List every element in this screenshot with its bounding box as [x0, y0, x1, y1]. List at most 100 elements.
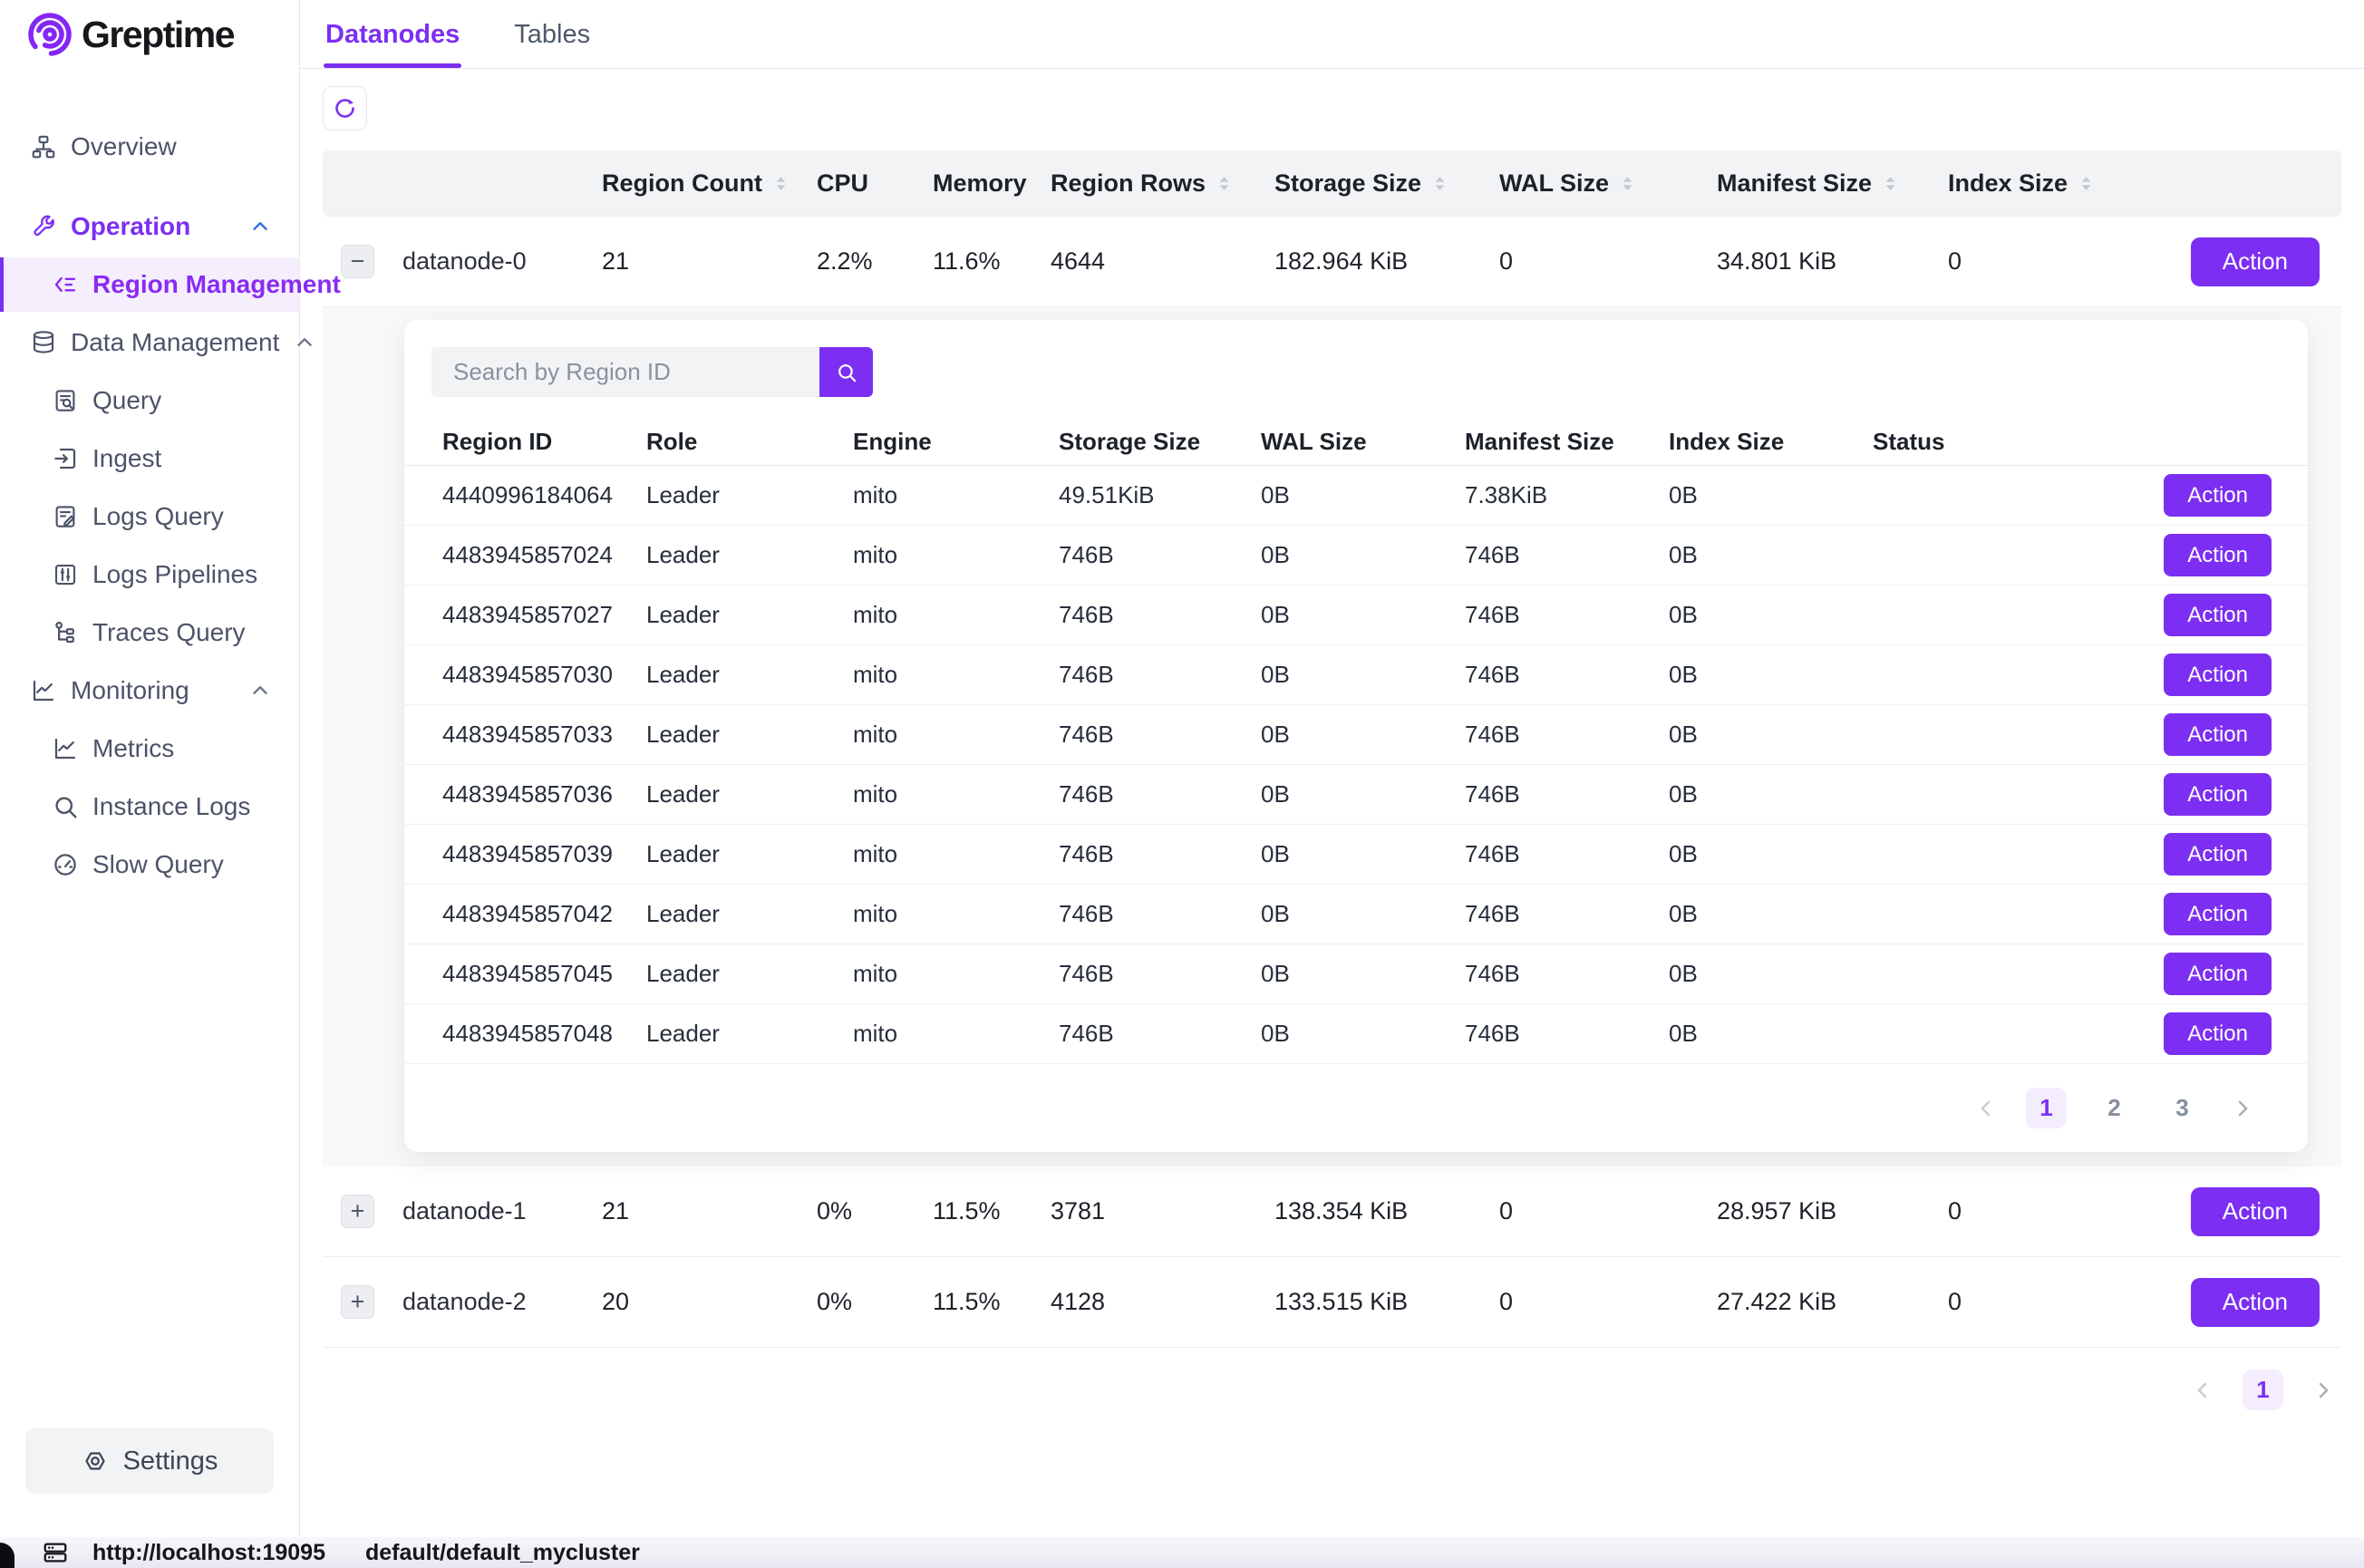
column-header[interactable]: Memory	[933, 169, 1051, 198]
region-row: 4483945857033 Leader mito 746B 0B 746B 0…	[404, 705, 2308, 765]
sidebar-item-logs-query[interactable]: Logs Query	[0, 488, 299, 546]
sidebar-group-monitoring[interactable]: Monitoring	[0, 662, 299, 720]
column-header[interactable]: Region Rows	[1051, 169, 1274, 198]
sort-icon[interactable]	[1214, 173, 1235, 194]
cell-index-size: 0B	[1669, 661, 1873, 689]
column-header[interactable]: Index Size	[1948, 169, 2167, 198]
tab-tables[interactable]: Tables	[512, 20, 592, 68]
region-search-button[interactable]	[819, 347, 873, 397]
settings-button[interactable]: Settings	[25, 1428, 274, 1494]
column-header-label: Region Rows	[1051, 169, 1206, 198]
page-number[interactable]: 1	[2026, 1088, 2067, 1128]
action-button[interactable]: Action	[2164, 653, 2272, 696]
next-page-icon[interactable]	[2230, 1096, 2255, 1121]
sort-icon[interactable]	[1617, 173, 1638, 194]
previous-page-icon[interactable]	[2190, 1378, 2215, 1403]
column-header[interactable]: CPU	[817, 169, 933, 198]
region-row: 4483945857048 Leader mito 746B 0B 746B 0…	[404, 1004, 2308, 1064]
region-table-body: 4440996184064 Leader mito 49.51KiB 0B 7.…	[404, 466, 2308, 1064]
region-row: 4483945857036 Leader mito 746B 0B 746B 0…	[404, 765, 2308, 825]
column-header[interactable]: WAL Size	[1499, 169, 1717, 198]
expand-row-button[interactable]: +	[341, 1195, 374, 1228]
action-button[interactable]: Action	[2164, 534, 2272, 576]
column-header-label: Memory	[933, 169, 1027, 198]
sort-icon[interactable]	[1429, 173, 1450, 194]
cell-storage-size: 746B	[1059, 601, 1261, 629]
sidebar-group-data-management[interactable]: Data Management	[0, 314, 299, 372]
action-button[interactable]: Action	[2164, 773, 2272, 816]
next-page-icon[interactable]	[2311, 1378, 2336, 1403]
cell-index-size: 0B	[1669, 481, 1873, 509]
sidebar-item-label: Slow Query	[92, 850, 224, 879]
cell-engine: mito	[853, 721, 1059, 749]
collapse-row-button[interactable]: −	[341, 245, 374, 278]
sidebar-item-query[interactable]: Query	[0, 372, 299, 430]
action-button[interactable]: Action	[2164, 893, 2272, 935]
action-button[interactable]: Action	[2164, 953, 2272, 995]
expand-row-button[interactable]: +	[341, 1285, 374, 1319]
action-button[interactable]: Action	[2164, 833, 2272, 876]
sort-icon[interactable]	[770, 173, 791, 194]
region-row: 4440996184064 Leader mito 49.51KiB 0B 7.…	[404, 466, 2308, 526]
cell-index-size: 0B	[1669, 780, 1873, 808]
action-button[interactable]: Action	[2191, 1187, 2320, 1236]
sidebar-item-metrics[interactable]: Metrics	[0, 720, 299, 778]
sidebar-item-label: Logs Pipelines	[92, 560, 257, 589]
cell-wal-size: 0B	[1261, 900, 1465, 928]
cell-region-id: 4483945857042	[404, 900, 646, 928]
server-url[interactable]: http://localhost:19095	[92, 1540, 325, 1566]
previous-page-icon[interactable]	[1973, 1096, 1999, 1121]
action-button[interactable]: Action	[2164, 713, 2272, 756]
sort-icon[interactable]	[2076, 173, 2097, 194]
action-button[interactable]: Action	[2164, 1012, 2272, 1055]
sidebar-item-slow-query[interactable]: Slow Query	[0, 836, 299, 894]
region-detail-panel: Region IDRoleEngineStorage SizeWAL SizeM…	[323, 307, 2341, 1166]
cluster-name[interactable]: default/default_mycluster	[365, 1540, 640, 1566]
region-row: 4483945857027 Leader mito 746B 0B 746B 0…	[404, 586, 2308, 645]
page-number[interactable]: 2	[2094, 1088, 2135, 1128]
sort-icon[interactable]	[1880, 173, 1901, 194]
page-number[interactable]: 3	[2162, 1088, 2203, 1128]
action-button[interactable]: Action	[2191, 237, 2320, 286]
sidebar-item-region-management[interactable]: Region Management	[0, 257, 299, 312]
sidebar-item-logs-pipelines[interactable]: Logs Pipelines	[0, 546, 299, 604]
cell-manifest-size: 746B	[1465, 721, 1669, 749]
sidebar-group-operation[interactable]: Operation	[0, 198, 299, 256]
column-header-label: WAL Size	[1261, 428, 1465, 456]
column-header[interactable]: Manifest Size	[1717, 169, 1948, 198]
document-search-icon	[52, 387, 79, 414]
sidebar-nav: Overview Operation Region Management	[0, 118, 299, 894]
column-header-label: Region ID	[404, 428, 646, 456]
action-button[interactable]: Action	[2164, 474, 2272, 517]
action-button[interactable]: Action	[2191, 1278, 2320, 1327]
cell-index-size: 0	[1948, 247, 2167, 276]
sidebar-item-instance-logs[interactable]: Instance Logs	[0, 778, 299, 836]
cell-index-size: 0	[1948, 1197, 2167, 1225]
chevron-up-icon[interactable]	[248, 679, 272, 702]
region-table-header: Region IDRoleEngineStorage SizeWAL SizeM…	[404, 419, 2308, 466]
cell-role: Leader	[646, 661, 853, 689]
sidebar-item-traces-query[interactable]: Traces Query	[0, 604, 299, 662]
cell-index-size: 0B	[1669, 900, 1873, 928]
sidebar-item-overview[interactable]: Overview	[0, 118, 299, 176]
chevron-up-icon[interactable]	[248, 215, 272, 238]
cell-region-rows: 4128	[1051, 1288, 1274, 1316]
cell-region-id: 4483945857030	[404, 661, 646, 689]
refresh-button[interactable]	[323, 86, 367, 131]
gear-icon	[82, 1447, 109, 1475]
cell-role: Leader	[646, 601, 853, 629]
column-header-label: Storage Size	[1059, 428, 1261, 456]
column-header[interactable]: Storage Size	[1274, 169, 1499, 198]
tab-datanodes[interactable]: Datanodes	[324, 20, 461, 68]
datanodes-table-header: Region Count CPU Memory Region Rows Stor…	[323, 150, 2341, 217]
column-header-label: Index Size	[1948, 169, 2068, 198]
column-header[interactable]: Region Count	[602, 169, 817, 198]
cell-index-size: 0B	[1669, 721, 1873, 749]
cell-wal-size: 0B	[1261, 541, 1465, 569]
action-button[interactable]: Action	[2164, 594, 2272, 636]
cell-engine: mito	[853, 960, 1059, 988]
region-search-input[interactable]	[431, 347, 819, 397]
page-number[interactable]: 1	[2243, 1370, 2283, 1410]
cell-engine: mito	[853, 1020, 1059, 1048]
sidebar-item-ingest[interactable]: Ingest	[0, 430, 299, 488]
